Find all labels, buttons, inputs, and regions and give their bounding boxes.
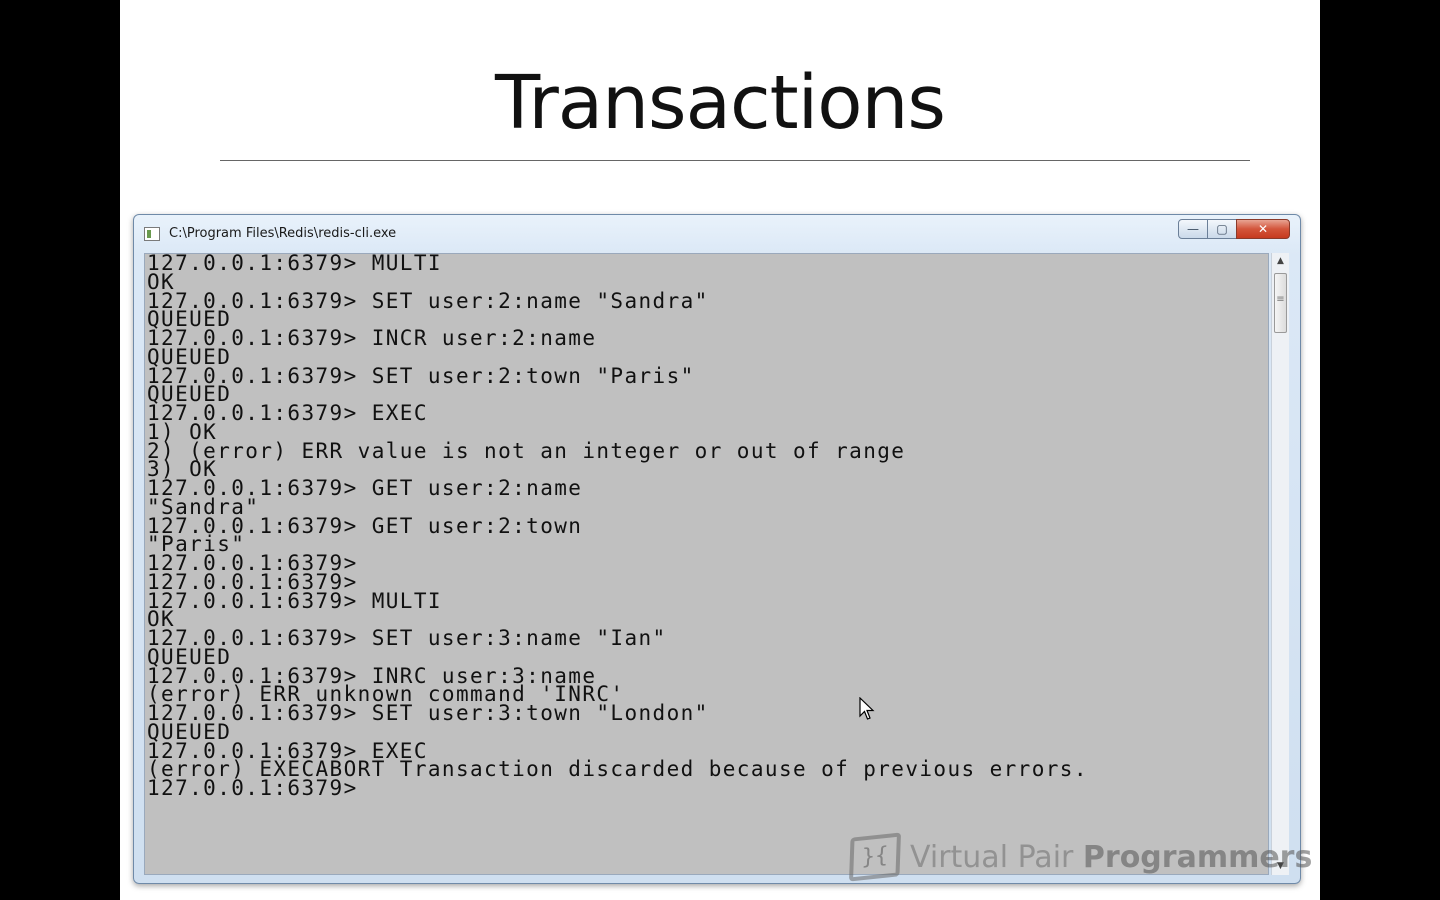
- console-line: 127.0.0.1:6379> MULTI: [147, 253, 442, 275]
- watermark-text-bold: Programmers: [1082, 839, 1313, 875]
- redis-cli-window[interactable]: C:\Program Files\Redis\redis-cli.exe — ▢…: [133, 214, 1301, 884]
- mouse-pointer-icon: [859, 697, 875, 720]
- console-app-icon[interactable]: [144, 227, 160, 241]
- console-text: 127.0.0.1:6379> MULTI OK 127.0.0.1:6379>…: [145, 253, 1268, 800]
- minimize-button[interactable]: —: [1178, 219, 1208, 239]
- console-output[interactable]: 127.0.0.1:6379> MULTI OK 127.0.0.1:6379>…: [144, 253, 1269, 875]
- watermark-text: Virtual Pair Programmers: [910, 840, 1312, 875]
- close-button[interactable]: ✕: [1236, 219, 1290, 239]
- vertical-scrollbar[interactable]: ▲ ▼: [1271, 253, 1289, 875]
- scroll-up-arrow-icon[interactable]: ▲: [1272, 253, 1289, 270]
- window-controls: — ▢ ✕: [1178, 219, 1290, 239]
- console-line: 127.0.0.1:6379>: [147, 776, 358, 800]
- watermark-logo-icon: }{: [848, 832, 902, 882]
- scrollbar-thumb[interactable]: [1274, 273, 1287, 333]
- watermark: }{ Virtual Pair Programmers: [848, 830, 1312, 884]
- window-title: C:\Program Files\Redis\redis-cli.exe: [169, 226, 397, 241]
- console-line: 2) (error) ERR value is not an integer o…: [147, 438, 906, 463]
- slide-title: Transactions: [495, 60, 946, 146]
- console-line: 127.0.0.1:6379> MULTI: [147, 588, 442, 613]
- window-titlebar[interactable]: C:\Program Files\Redis\redis-cli.exe — ▢…: [134, 215, 1300, 253]
- maximize-button[interactable]: ▢: [1207, 219, 1237, 239]
- title-divider: [220, 160, 1250, 161]
- watermark-text-light: Virtual Pair: [910, 839, 1083, 875]
